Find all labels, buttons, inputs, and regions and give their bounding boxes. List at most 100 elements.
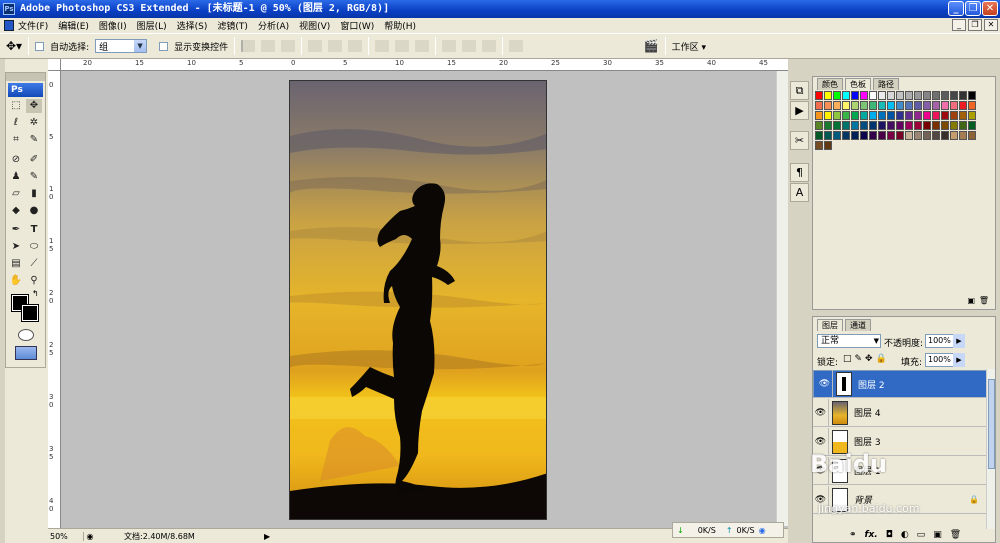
- lasso-tool-icon[interactable]: ℓ: [8, 116, 24, 130]
- visibility-eye-icon[interactable]: 👁: [817, 370, 833, 398]
- color-swatch[interactable]: [887, 131, 895, 140]
- photoshop-app-icon[interactable]: Ps: [3, 3, 15, 15]
- color-swatch[interactable]: [896, 111, 904, 120]
- network-icon[interactable]: ◉: [759, 526, 766, 535]
- color-swatch[interactable]: [914, 111, 922, 120]
- color-swatch[interactable]: [905, 121, 913, 130]
- layer-row[interactable]: 👁 图层 4: [813, 398, 987, 427]
- path-select-icon[interactable]: ➤: [8, 240, 24, 254]
- color-swatch[interactable]: [887, 101, 895, 110]
- color-swatch[interactable]: [815, 91, 823, 100]
- color-swatch[interactable]: [824, 131, 832, 140]
- hand-tool-icon[interactable]: ✋: [8, 274, 24, 288]
- color-swatch[interactable]: [815, 131, 823, 140]
- tab-layers[interactable]: 图层: [817, 319, 843, 331]
- align-left-icon[interactable]: [308, 40, 323, 52]
- trash-icon[interactable]: 🗑: [979, 296, 989, 305]
- navigator-panel-icon[interactable]: ⧉: [790, 81, 809, 100]
- layer-row[interactable]: 👁 图层 2: [813, 370, 987, 398]
- document-icon[interactable]: [4, 20, 14, 31]
- color-swatch[interactable]: [941, 121, 949, 130]
- auto-select-checkbox[interactable]: [35, 41, 45, 51]
- layer-name[interactable]: 图层 3: [854, 435, 881, 448]
- color-swatch[interactable]: [896, 121, 904, 130]
- color-swatch[interactable]: [833, 121, 841, 130]
- color-swatch[interactable]: [824, 91, 832, 100]
- color-swatch[interactable]: [932, 101, 940, 110]
- link-icon[interactable]: ⚭: [849, 530, 857, 540]
- adjustment-icon[interactable]: ◐: [901, 530, 909, 540]
- color-swatch[interactable]: [896, 131, 904, 140]
- color-swatch[interactable]: [833, 131, 841, 140]
- eyedropper-icon[interactable]: ⟋: [26, 257, 42, 271]
- color-swatch[interactable]: [941, 131, 949, 140]
- menu-window[interactable]: 窗口(W): [340, 19, 374, 32]
- visibility-eye-icon[interactable]: 👁: [813, 398, 829, 427]
- color-swatch[interactable]: [869, 131, 877, 140]
- color-swatch[interactable]: [896, 91, 904, 100]
- color-swatch[interactable]: [860, 121, 868, 130]
- color-swatch[interactable]: [914, 91, 922, 100]
- align-bottom-icon[interactable]: [281, 40, 296, 52]
- fx-icon[interactable]: fx.: [865, 530, 878, 540]
- color-swatch[interactable]: [905, 111, 913, 120]
- color-swatch[interactable]: [842, 91, 850, 100]
- color-swatch[interactable]: [887, 121, 895, 130]
- color-swatch[interactable]: [851, 111, 859, 120]
- shape-tool-icon[interactable]: ⬭: [26, 240, 42, 254]
- fill-slider-arrow-icon[interactable]: ▶: [953, 353, 965, 367]
- ps-logo[interactable]: Ps: [8, 83, 43, 97]
- color-swatch[interactable]: [869, 91, 877, 100]
- color-swatch[interactable]: [923, 131, 931, 140]
- document-vertical-scrollbar[interactable]: [776, 71, 788, 526]
- color-swatch[interactable]: [968, 101, 976, 110]
- color-swatch[interactable]: [833, 91, 841, 100]
- color-swatch[interactable]: [833, 101, 841, 110]
- status-menu-arrow[interactable]: ▶: [264, 532, 270, 541]
- color-swatch[interactable]: [968, 121, 976, 130]
- history-brush-icon[interactable]: ✎: [26, 170, 42, 184]
- color-swatch[interactable]: [851, 101, 859, 110]
- move-tool-icon[interactable]: ✥: [26, 99, 42, 113]
- workspace-button[interactable]: 工作区 ▾: [672, 40, 706, 53]
- color-swatch[interactable]: [941, 101, 949, 110]
- color-swatch[interactable]: [968, 111, 976, 120]
- color-swatch[interactable]: [860, 111, 868, 120]
- horizontal-ruler[interactable]: 20 15 10 5 0 5 10 15 20 25 30 35 40 45: [61, 59, 788, 71]
- color-swatch[interactable]: [851, 131, 859, 140]
- color-swatch[interactable]: [950, 91, 958, 100]
- color-swatch[interactable]: [959, 91, 967, 100]
- menu-help[interactable]: 帮助(H): [384, 19, 416, 32]
- color-swatch[interactable]: [914, 121, 922, 130]
- slice-tool-icon[interactable]: ✎: [26, 133, 42, 147]
- notes-tool-icon[interactable]: ▤: [8, 257, 24, 271]
- toolbox-header[interactable]: [6, 73, 45, 81]
- brush-tool-icon[interactable]: ✐: [26, 153, 42, 167]
- color-swatch[interactable]: [914, 101, 922, 110]
- color-swatch[interactable]: [842, 111, 850, 120]
- new-layer-icon[interactable]: ▣: [933, 530, 942, 540]
- actions-panel-icon[interactable]: ▶: [790, 101, 809, 120]
- minimize-button[interactable]: _: [948, 1, 964, 16]
- menu-filter[interactable]: 滤镜(T): [217, 19, 248, 32]
- color-swatch[interactable]: [959, 101, 967, 110]
- color-swatch[interactable]: [824, 111, 832, 120]
- blur-tool-icon[interactable]: ◆: [8, 204, 24, 218]
- color-swatch[interactable]: [869, 121, 877, 130]
- zoom-tool-icon[interactable]: ⚲: [26, 274, 42, 288]
- layers-scrollbar[interactable]: [986, 369, 995, 529]
- color-swatch[interactable]: [815, 121, 823, 130]
- color-swatch[interactable]: [860, 101, 868, 110]
- color-swatch[interactable]: [923, 91, 931, 100]
- color-swatch[interactable]: [968, 91, 976, 100]
- status-icon[interactable]: ◉: [84, 532, 96, 541]
- color-swatch[interactable]: [932, 91, 940, 100]
- color-swatch[interactable]: [887, 111, 895, 120]
- screen-mode-icon[interactable]: [15, 346, 37, 360]
- color-swatch[interactable]: [950, 131, 958, 140]
- tool-presets-icon[interactable]: ✂: [790, 131, 809, 150]
- align-top-icon[interactable]: [241, 40, 256, 52]
- color-swatch[interactable]: [959, 121, 967, 130]
- color-swatch[interactable]: [878, 91, 886, 100]
- character-panel-icon[interactable]: A: [790, 183, 809, 202]
